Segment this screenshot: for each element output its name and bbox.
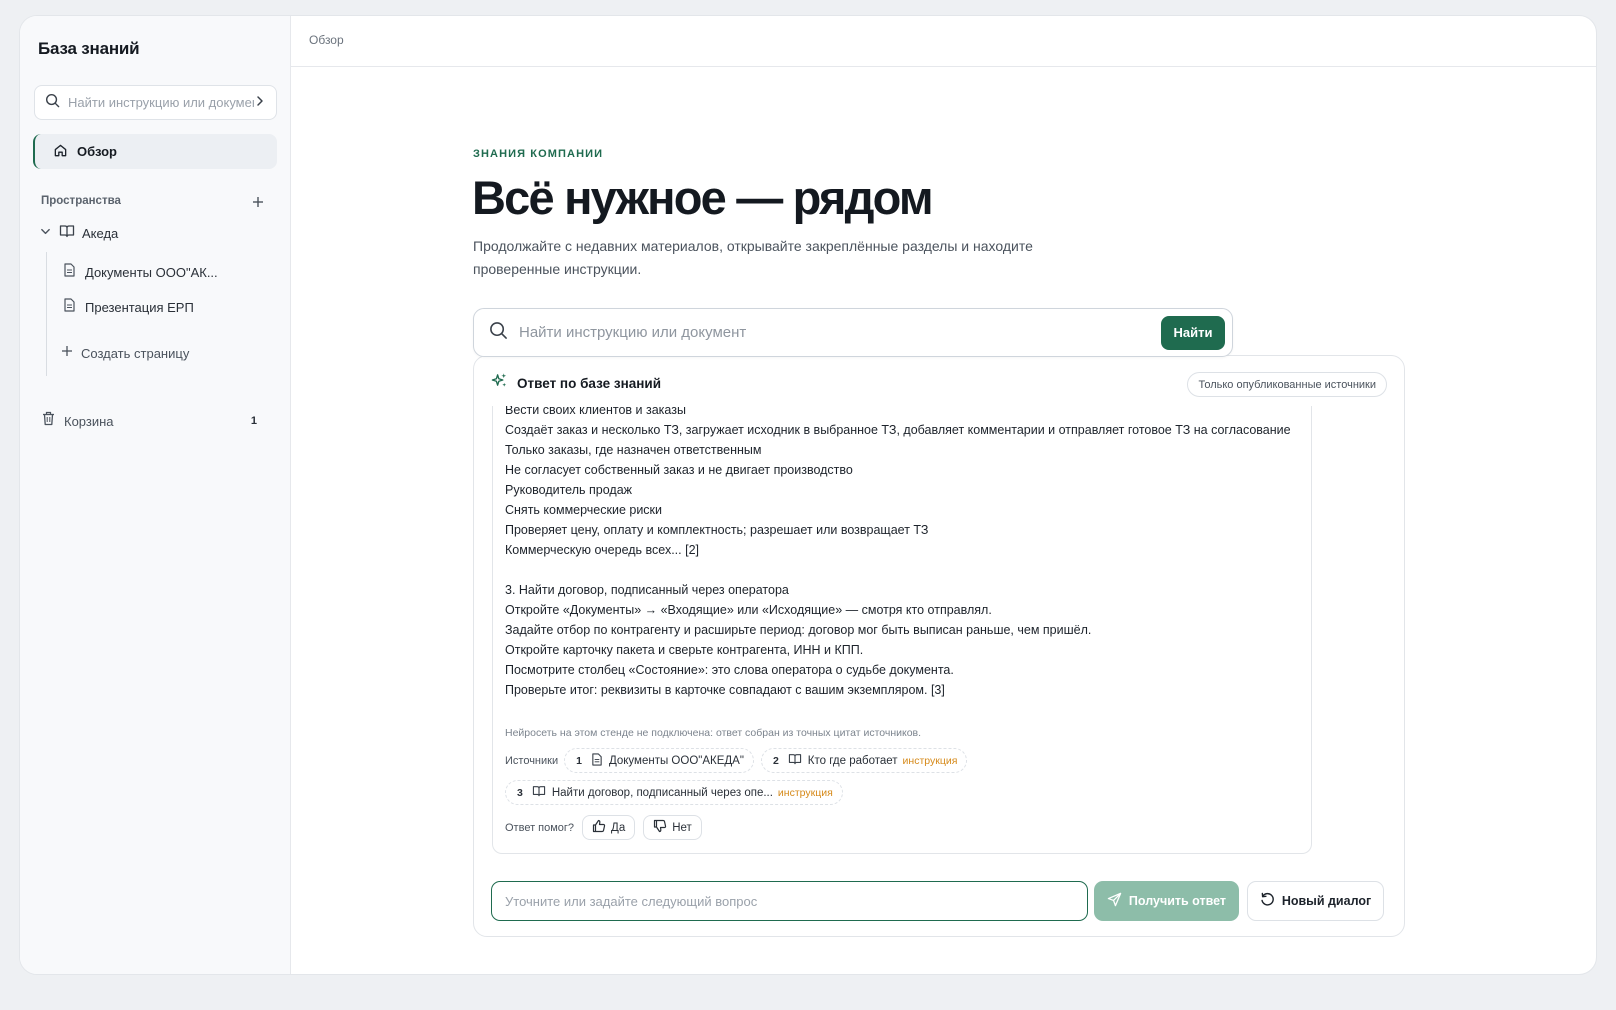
source-number: 2 — [772, 754, 779, 767]
source-number: 1 — [576, 754, 582, 767]
trash-icon — [42, 411, 55, 431]
home-icon — [53, 143, 68, 161]
published-sources-badge: Только опубликованные источники — [1187, 372, 1387, 397]
feedback-no-button[interactable]: Нет — [643, 815, 702, 840]
answer-line: Только заказы, где назначен ответственны… — [505, 443, 762, 457]
sidebar: База знаний Найти инструкцию или докумен… — [20, 16, 291, 974]
get-answer-label: Получить ответ — [1128, 894, 1227, 908]
chevron-right-icon[interactable] — [254, 94, 266, 112]
answer-line: Посмотрите столбец «Состояние»: это слов… — [505, 663, 954, 677]
answer-line: Руководитель продаж — [505, 483, 633, 497]
source-chip[interactable]: 3 Найти договор, подписанный через опе..… — [505, 780, 843, 805]
feedback-question: Ответ помог? — [505, 821, 575, 834]
source-tag: инструкция — [777, 786, 833, 799]
page-title: Всё нужное — рядом — [472, 171, 934, 224]
sources-row: 3 Найти договор, подписанный через опе..… — [505, 780, 850, 805]
plus-icon — [61, 344, 73, 362]
sidebar-item-page[interactable]: Презентация ЕРП — [63, 295, 194, 319]
search-icon — [489, 321, 508, 345]
sidebar-item-label: Обзор — [77, 144, 117, 159]
chevron-down-icon[interactable] — [40, 224, 51, 242]
answer-body[interactable]: Вести своих клиентов и заказы Создаёт зак… — [492, 406, 1312, 854]
trash-label: Корзина — [64, 413, 114, 429]
answer-line: Вести своих клиентов и заказы — [505, 406, 686, 417]
app-window: База знаний Найти инструкцию или докумен… — [19, 15, 1597, 975]
source-chip[interactable]: 2 Кто где работает инструкция — [760, 748, 968, 773]
get-answer-button[interactable]: Получить ответ — [1094, 881, 1239, 921]
document-icon — [63, 297, 76, 317]
main-search-field[interactable]: Найти инструкцию или документ Найти — [473, 308, 1233, 357]
sidebar-item-overview[interactable]: Обзор — [33, 134, 277, 169]
answer-line: Проверяет цену, оплату и комплектность; … — [505, 523, 929, 537]
new-dialog-button[interactable]: Новый диалог — [1247, 881, 1384, 921]
thumbs-down-icon — [653, 819, 672, 836]
answer-line: Коммерческую очередь всех... [2] — [505, 543, 699, 557]
send-icon — [1107, 892, 1129, 910]
answer-line: Задайте отбор по контрагенту и расширьте… — [505, 623, 1092, 637]
trash-count-badge: 1 — [250, 415, 257, 427]
page-label: Документы ООО"АК... — [85, 264, 218, 280]
book-icon — [532, 785, 552, 800]
answer-line — [505, 560, 1295, 580]
answer-panel: Ответ по базе знаний Только опубликованн… — [473, 355, 1405, 937]
book-icon — [788, 753, 808, 768]
sidebar-item-space[interactable]: Акеда — [40, 221, 118, 245]
find-button[interactable]: Найти — [1161, 315, 1225, 350]
sparkles-icon — [491, 372, 508, 394]
create-page-button[interactable]: Создать страницу — [61, 342, 189, 364]
sidebar-item-page[interactable]: Документы ООО"АК... — [63, 260, 218, 284]
create-page-label: Создать страницу — [81, 345, 190, 361]
answer-line: Создаёт заказ и несколько ТЗ, загружает … — [505, 423, 1291, 437]
breadcrumb[interactable]: Обзор — [309, 33, 344, 47]
answer-line: Проверьте итог: реквизиты в карточке сов… — [505, 683, 945, 697]
book-icon — [59, 224, 75, 243]
topbar: Обзор — [291, 16, 1596, 67]
answer-header: Ответ по базе знаний — [491, 372, 661, 394]
answer-line: Не согласует собственный заказ и не двиг… — [505, 463, 853, 477]
feedback-row: Ответ помог? Да Нет — [505, 815, 710, 840]
thumbs-up-icon — [592, 819, 611, 836]
feedback-yes-label: Да — [611, 821, 626, 834]
source-tag: инструкция — [902, 754, 958, 767]
sidebar-search-input[interactable]: Найти инструкцию или документ — [34, 85, 277, 120]
hero-eyebrow: ЗНАНИЯ КОМПАНИИ — [473, 148, 604, 160]
source-number: 3 — [517, 786, 523, 799]
answer-line: Откройте «Документы» → «Входящие» или «И… — [505, 603, 992, 617]
answer-title: Ответ по базе знаний — [517, 375, 662, 391]
source-chip[interactable]: 1 Документы ООО"АКЕДА" — [564, 748, 754, 773]
document-icon — [63, 262, 76, 282]
page-subtitle: Продолжайте с недавних материалов, откры… — [473, 238, 1033, 277]
add-space-button[interactable] — [249, 195, 267, 213]
plus-icon — [252, 195, 264, 213]
main-content: Обзор ЗНАНИЯ КОМПАНИИ Всё нужное — рядом… — [291, 16, 1596, 974]
spaces-section-title: Пространства — [41, 195, 121, 207]
answer-note: Нейросеть на этом стенде не подключена: … — [505, 727, 922, 739]
followup-placeholder: Уточните или задайте следующий вопрос — [505, 893, 758, 909]
followup-question-input[interactable]: Уточните или задайте следующий вопрос — [491, 881, 1088, 921]
answer-text: Вести своих клиентов и заказы Создаёт зак… — [505, 406, 1295, 700]
source-label: Кто где работает — [807, 754, 898, 767]
document-icon — [591, 752, 609, 769]
brand-title: База знаний — [38, 39, 140, 58]
feedback-yes-button[interactable]: Да — [582, 815, 636, 840]
feedback-no-label: Нет — [672, 821, 692, 834]
source-label: Документы ООО"АКЕДА" — [608, 754, 744, 767]
page-label: Презентация ЕРП — [85, 299, 194, 315]
sources-label: Источники — [505, 754, 559, 767]
refresh-icon — [1260, 892, 1282, 910]
sources-row: Источники 1 Документы ООО"АКЕДА" 2 Кто г… — [505, 748, 974, 773]
main-search-input[interactable]: Найти инструкцию или документ — [519, 324, 1161, 341]
search-icon — [45, 93, 60, 113]
sidebar-item-trash[interactable]: Корзина 1 — [42, 410, 257, 432]
source-label: Найти договор, подписанный через опе... — [551, 786, 773, 799]
tree-guide-line — [46, 252, 47, 376]
answer-line: Откройте карточку пакета и сверьте контр… — [505, 643, 864, 657]
sidebar-search-placeholder: Найти инструкцию или документ — [68, 95, 254, 110]
space-label: Акеда — [82, 225, 119, 241]
answer-line: Снять коммерческие риски — [505, 503, 663, 517]
new-dialog-label: Новый диалог — [1281, 894, 1372, 908]
answer-line: 3. Найти договор, подписанный через опер… — [505, 583, 789, 597]
